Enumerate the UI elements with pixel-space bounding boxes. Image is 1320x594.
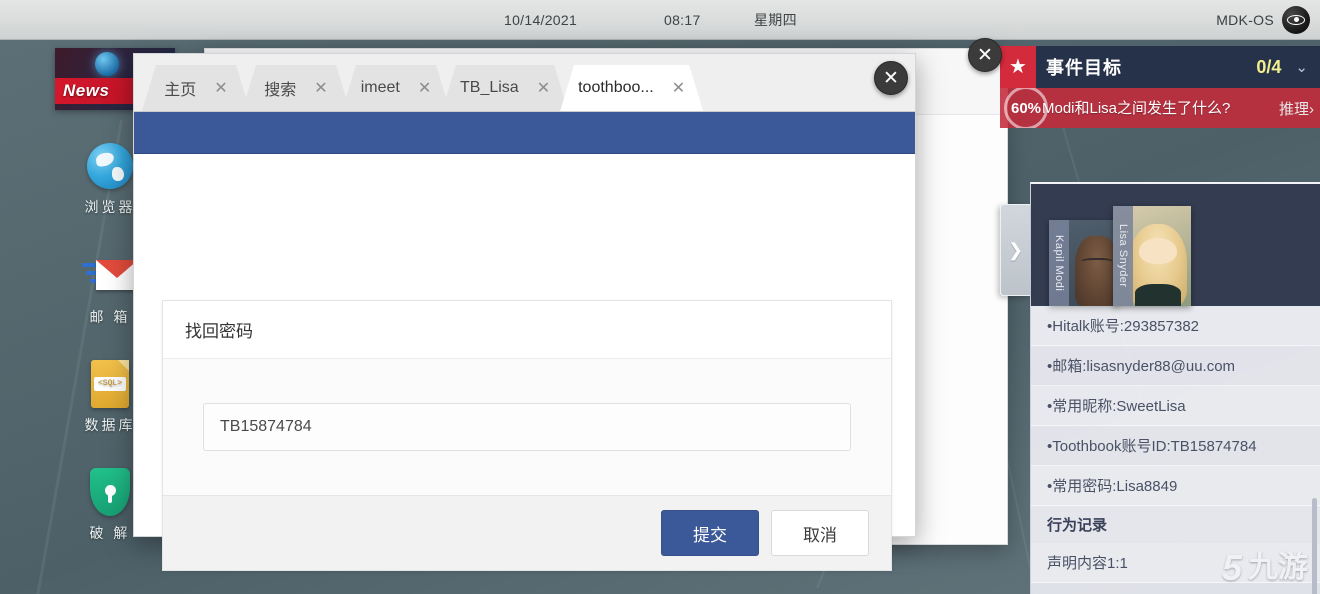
close-icon[interactable]: ✕: [214, 78, 227, 98]
news-label: News: [63, 81, 109, 101]
tab-label: imeet: [361, 79, 400, 97]
deduce-button[interactable]: 推理›: [1279, 98, 1314, 119]
globe-icon: [95, 52, 119, 76]
character-info-panel: Kapil Modi Lisa Snyder •Hitalk账号:2938573…: [1030, 182, 1320, 594]
browser-window-close-button[interactable]: ✕: [874, 61, 908, 95]
recover-password-dialog: 找回密码 提交 取消: [162, 300, 892, 571]
list-item[interactable]: •邮箱:lisasnyder88@uu.com: [1031, 346, 1320, 386]
list-item[interactable]: 声明内容1:1: [1031, 543, 1320, 583]
account-id-input[interactable]: [203, 403, 851, 451]
browser-tab-strip: 主页 ✕ 搜索 ✕ imeet ✕ TB_Lisa ✕ toothboo... …: [134, 54, 915, 112]
avatar: [1129, 224, 1187, 306]
tab-label: TB_Lisa: [460, 79, 519, 97]
browser-window[interactable]: 主页 ✕ 搜索 ✕ imeet ✕ TB_Lisa ✕ toothboo... …: [133, 53, 916, 537]
character-card-modi[interactable]: Kapil Modi: [1049, 220, 1119, 306]
browser-tab-home[interactable]: 主页 ✕: [142, 65, 250, 111]
site-header-bar: [134, 112, 915, 154]
system-weekday: 星期四: [754, 10, 797, 30]
system-top-bar: 10/14/2021 08:17 星期四 MDK-OS: [0, 0, 1320, 40]
tab-label: toothboo...: [578, 79, 654, 97]
list-item[interactable]: •Toothbook账号ID:TB15874784: [1031, 426, 1320, 466]
chevron-right-icon: ❯: [1008, 240, 1023, 261]
tab-label: 主页: [164, 76, 196, 100]
close-icon[interactable]: ✕: [314, 78, 327, 98]
chevron-down-icon[interactable]: ⌄: [1295, 58, 1308, 76]
list-item[interactable]: •Hitalk账号:293857382: [1031, 306, 1320, 346]
behavior-log-section-title: 行为记录: [1031, 506, 1320, 543]
star-icon: ★: [1000, 46, 1036, 88]
screen: 10/14/2021 08:17 星期四 MDK-OS News 浏览器 邮 箱…: [0, 0, 1320, 594]
system-time: 08:17: [664, 12, 701, 28]
event-objective-count: 0/4: [1256, 57, 1281, 78]
system-date: 10/14/2021: [504, 12, 577, 28]
panel-collapse-handle[interactable]: ❯: [1000, 204, 1030, 296]
close-icon[interactable]: ✕: [537, 78, 550, 98]
browser-tab-search[interactable]: 搜索 ✕: [242, 65, 350, 111]
browser-tab-imeet[interactable]: imeet ✕: [342, 65, 450, 111]
character-card-lisa[interactable]: Lisa Snyder: [1113, 206, 1191, 306]
tab-label: 搜索: [264, 76, 296, 100]
dialog-body: [163, 359, 891, 495]
panel-scrollbar[interactable]: [1312, 498, 1317, 594]
close-icon: ✕: [977, 46, 993, 65]
browser-tab-toothbook[interactable]: toothboo... ✕: [560, 65, 703, 111]
os-name-label: MDK-OS: [1216, 12, 1274, 28]
dialog-title: 找回密码: [163, 301, 891, 359]
progress-ring: 60%: [1004, 88, 1048, 128]
browser-tab-tb-lisa[interactable]: TB_Lisa ✕: [442, 65, 568, 111]
eye-icon[interactable]: [1282, 6, 1310, 34]
character-name: Lisa Snyder: [1113, 206, 1133, 306]
sql-tag-label: <SQL>: [94, 377, 126, 391]
submit-button[interactable]: 提交: [661, 510, 759, 556]
browser-content-area: 找回密码 提交 取消: [134, 154, 915, 535]
event-objective-bar[interactable]: ★ 事件目标 0/4 ⌄: [1000, 46, 1320, 88]
event-objective-title: 事件目标: [1046, 54, 1122, 80]
character-card-row: Kapil Modi Lisa Snyder: [1031, 184, 1320, 306]
character-name: Kapil Modi: [1049, 220, 1069, 306]
event-task-text: Modi和Lisa之间发生了什么?: [1042, 99, 1250, 118]
close-icon[interactable]: ✕: [672, 78, 685, 98]
event-task-row[interactable]: 60% Modi和Lisa之间发生了什么? 推理›: [1000, 88, 1320, 128]
close-icon: ✕: [883, 69, 899, 88]
dialog-footer: 提交 取消: [163, 495, 891, 570]
list-item[interactable]: •常用密码:Lisa8849: [1031, 466, 1320, 506]
character-info-list: •Hitalk账号:293857382 •邮箱:lisasnyder88@uu.…: [1031, 306, 1320, 583]
background-window-close-button[interactable]: ✕: [968, 38, 1002, 72]
cancel-button[interactable]: 取消: [771, 510, 869, 556]
list-item[interactable]: •常用昵称:SweetLisa: [1031, 386, 1320, 426]
close-icon[interactable]: ✕: [418, 78, 431, 98]
